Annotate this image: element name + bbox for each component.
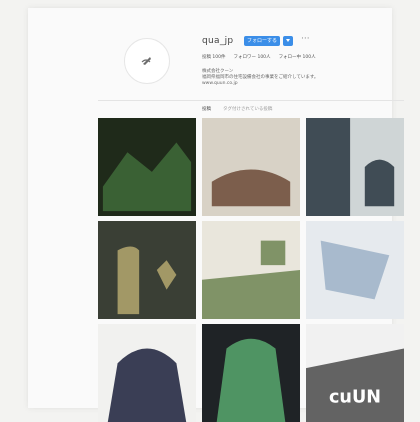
post-image: cuUN [306, 324, 404, 422]
profile-stats: 投稿 100件 フォロワー 100人 フォロー中 100人 [202, 54, 316, 60]
followers-count[interactable]: フォロワー 100人 [234, 54, 271, 60]
content-tabs: 投稿 タグ付けされている投稿 [202, 106, 272, 112]
username: qua_jp [202, 36, 234, 46]
post-building-logo[interactable]: cuUN [306, 324, 404, 422]
post-office-interior[interactable] [202, 221, 300, 319]
post-image [98, 324, 196, 422]
more-options-icon[interactable]: ··· [301, 34, 310, 44]
post-portrait-worker[interactable] [202, 324, 300, 422]
post-image [202, 221, 300, 319]
post-image [306, 118, 404, 216]
chevron-down-icon[interactable] [283, 36, 293, 46]
brand-logo-icon [141, 57, 151, 65]
post-site-inspection[interactable] [98, 221, 196, 319]
follow-button[interactable]: フォローする [244, 36, 280, 46]
divider [98, 100, 404, 101]
profile-bio: 株式会社クーン 福岡県福岡市の住宅設備会社の事業をご紹介しています。 www.q… [202, 69, 318, 87]
following-count[interactable]: フォロー中 100人 [279, 54, 316, 60]
profile-avatar[interactable] [124, 38, 170, 84]
post-image [202, 324, 300, 422]
post-factory-machine[interactable] [98, 118, 196, 216]
post-image [306, 221, 404, 319]
post-grid: cuUN [98, 118, 404, 422]
post-image [202, 118, 300, 216]
profile-page: qua_jp フォローする ··· 投稿 100件 フォロワー 100人 フォロ… [28, 8, 404, 422]
post-sheet-material[interactable] [306, 221, 404, 319]
post-office-meeting[interactable] [202, 118, 300, 216]
posts-count[interactable]: 投稿 100件 [202, 54, 226, 60]
post-image [98, 221, 196, 319]
post-image [98, 118, 196, 216]
post-logo-text: cuUN [329, 387, 381, 407]
tab-tagged[interactable]: タグ付けされている投稿 [223, 106, 272, 112]
tab-posts[interactable]: 投稿 [202, 106, 211, 112]
post-cafe-seating[interactable] [306, 118, 404, 216]
post-portrait-man[interactable] [98, 324, 196, 422]
bio-link[interactable]: www.quun.co.jp [202, 81, 318, 87]
